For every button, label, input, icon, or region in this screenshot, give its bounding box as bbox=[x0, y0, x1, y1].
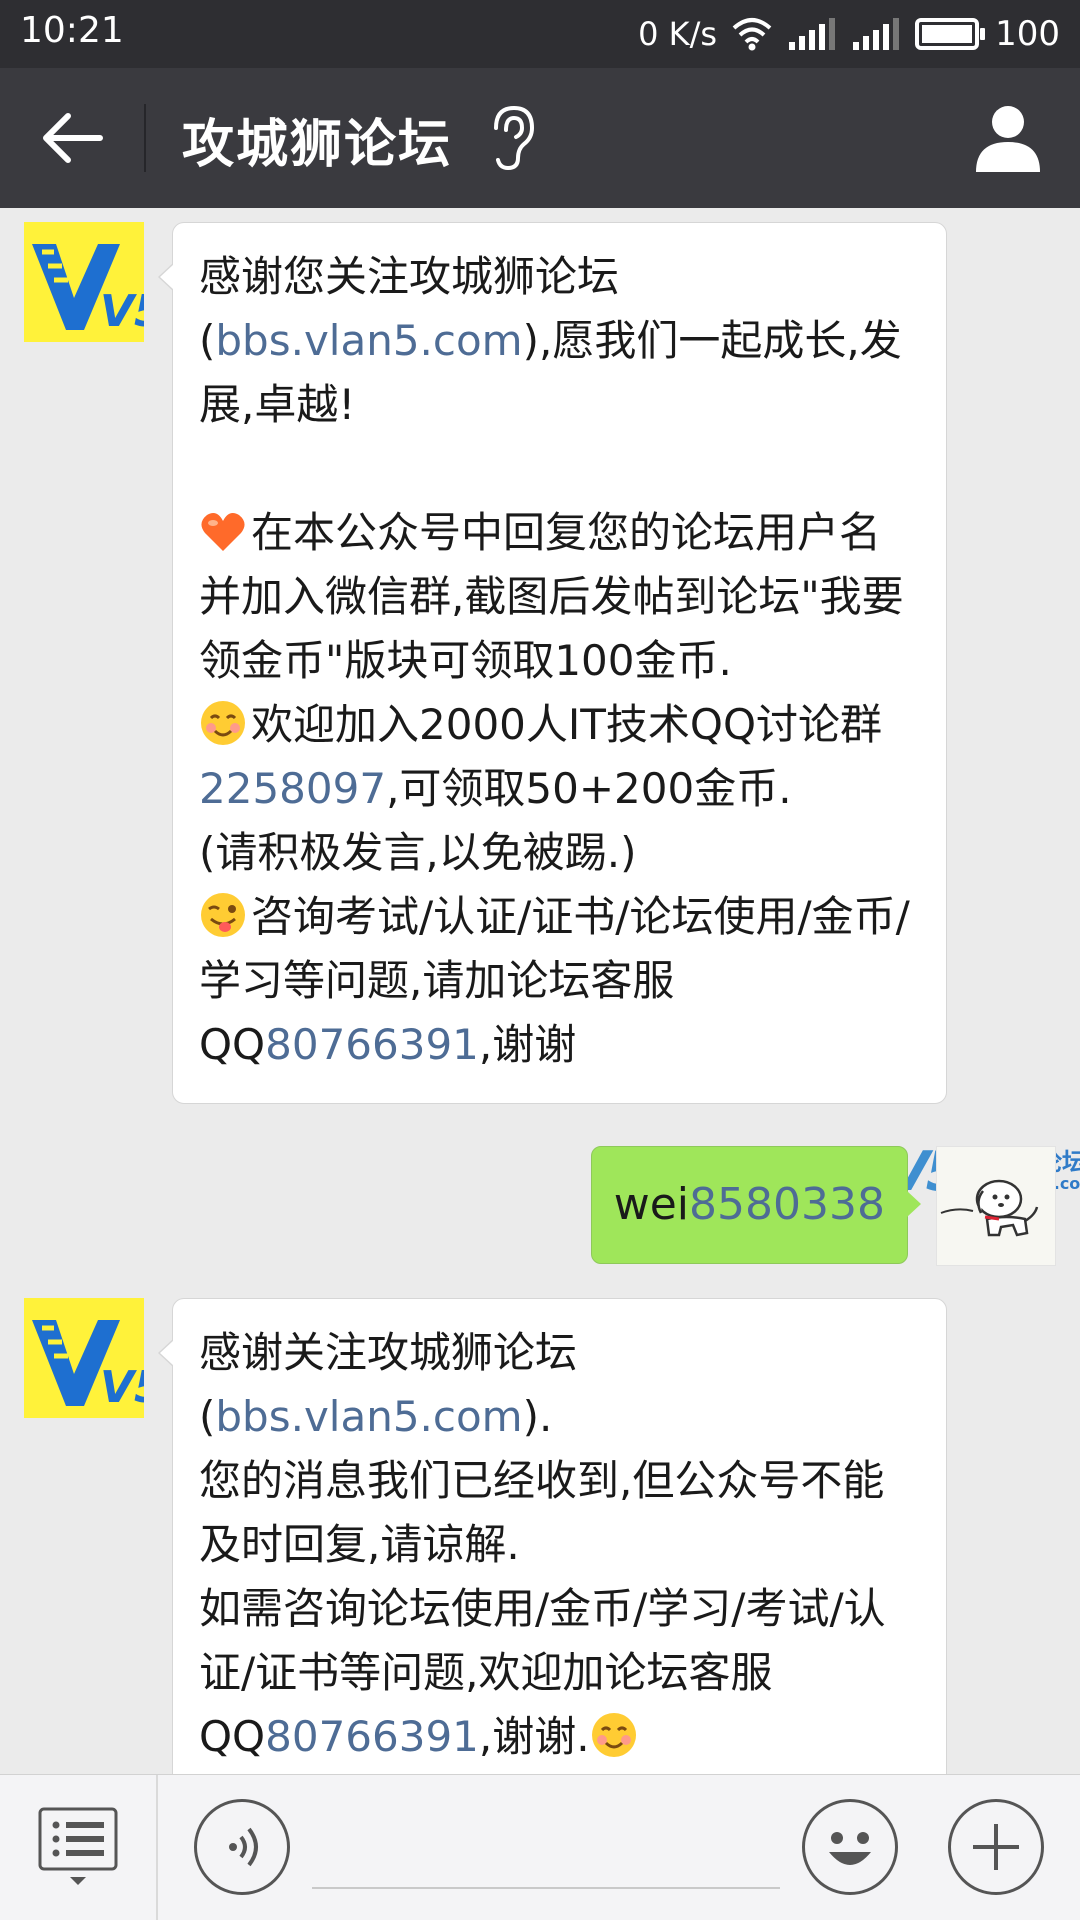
toolbar-divider bbox=[156, 1775, 158, 1920]
signal-icon bbox=[853, 18, 900, 50]
back-arrow-icon[interactable] bbox=[34, 100, 114, 176]
nav-divider bbox=[144, 104, 146, 172]
nav-bar: 攻城狮论坛 bbox=[0, 68, 1080, 208]
message-text: (请积极发言,以免被踢.) bbox=[199, 828, 637, 877]
status-time: 10:21 bbox=[20, 10, 124, 51]
chat-area[interactable]: V5 感谢您关注攻城狮论坛(bbs.vlan5.com),愿我们一起成长,发展,… bbox=[0, 208, 1080, 1774]
message-text: 如需咨询论坛使用/金币/学习/考试/认证/证书等问题,欢迎加论坛客服QQ8076… bbox=[199, 1584, 886, 1761]
ear-icon bbox=[494, 105, 535, 171]
qq-group-number[interactable]: 2258097 bbox=[199, 764, 386, 813]
wink-tongue-emoji bbox=[201, 893, 245, 937]
plus-button[interactable] bbox=[948, 1799, 1044, 1895]
battery-indicator: 100 bbox=[915, 14, 1060, 54]
signal-icon bbox=[789, 18, 836, 50]
forum-link[interactable]: bbs.vlan5.com bbox=[215, 1392, 522, 1441]
qq-service-number[interactable]: 80766391 bbox=[265, 1712, 479, 1761]
status-icons: 0 K/s 100 bbox=[638, 10, 1060, 58]
dog-avatar-icon bbox=[940, 1179, 1039, 1237]
plus-icon bbox=[973, 1824, 1019, 1870]
user-avatar[interactable] bbox=[936, 1146, 1056, 1266]
official-avatar[interactable]: V5 bbox=[24, 1298, 144, 1418]
person-icon[interactable] bbox=[972, 100, 1044, 176]
svg-text:V5: V5 bbox=[100, 1362, 144, 1413]
message-text: 感谢关注攻城狮论坛(bbs.vlan5.com). bbox=[199, 1328, 578, 1441]
message-input[interactable] bbox=[312, 1887, 780, 1889]
heart-emoji bbox=[201, 513, 245, 551]
outgoing-message-bubble[interactable]: wei8580338 bbox=[590, 1146, 922, 1264]
qq-service-number[interactable]: 80766391 bbox=[265, 1020, 479, 1069]
menu-list-icon[interactable] bbox=[36, 1805, 120, 1889]
v5-logo-icon: V5 bbox=[24, 1298, 144, 1418]
svg-text:V5: V5 bbox=[100, 286, 144, 337]
v5-logo-icon: V5 bbox=[24, 222, 144, 342]
incoming-message-bubble[interactable]: 感谢您关注攻城狮论坛(bbs.vlan5.com),愿我们一起成长,发展,卓越!… bbox=[158, 222, 947, 1104]
incoming-message-bubble[interactable]: 感谢关注攻城狮论坛(bbs.vlan5.com). 您的消息我们已经收到,但公众… bbox=[158, 1298, 947, 1774]
emoji-icon bbox=[829, 1832, 871, 1865]
network-speed: 0 K/s bbox=[638, 15, 718, 53]
smile-emoji bbox=[201, 701, 245, 745]
official-avatar[interactable]: V5 bbox=[24, 222, 144, 342]
emoji-button[interactable] bbox=[802, 1799, 898, 1895]
bottom-toolbar bbox=[0, 1774, 1080, 1920]
message-number[interactable]: 8580338 bbox=[689, 1179, 885, 1230]
wifi-icon bbox=[732, 18, 772, 51]
message-text: 感谢您关注攻城狮论坛(bbs.vlan5.com),愿我们一起成长,发展,卓越! bbox=[199, 252, 902, 429]
voice-button[interactable] bbox=[194, 1799, 290, 1895]
message-text: 您的消息我们已经收到,但公众号不能及时回复,请谅解. bbox=[199, 1456, 885, 1569]
forum-link[interactable]: bbs.vlan5.com bbox=[215, 316, 522, 365]
status-bar: 10:21 0 K/s 100 bbox=[0, 0, 1080, 68]
battery-level: 100 bbox=[995, 14, 1060, 54]
voice-icon bbox=[229, 1827, 258, 1867]
battery-icon bbox=[915, 18, 986, 50]
message-text: wei bbox=[613, 1179, 690, 1230]
page-title: 攻城狮论坛 bbox=[182, 115, 453, 175]
smile-emoji bbox=[591, 1713, 636, 1757]
message-text: 欢迎加入2000人IT技术QQ讨论群2258097,可领取50+200金币. bbox=[199, 700, 883, 813]
message-text: 咨询考试/认证/证书/论坛使用/金币/学习等问题,请加论坛客服QQ8076639… bbox=[199, 892, 910, 1069]
message-text: 在本公众号中回复您的论坛用户名并加入微信群,截图后发帖到论坛"我要领金币"版块可… bbox=[199, 508, 904, 685]
